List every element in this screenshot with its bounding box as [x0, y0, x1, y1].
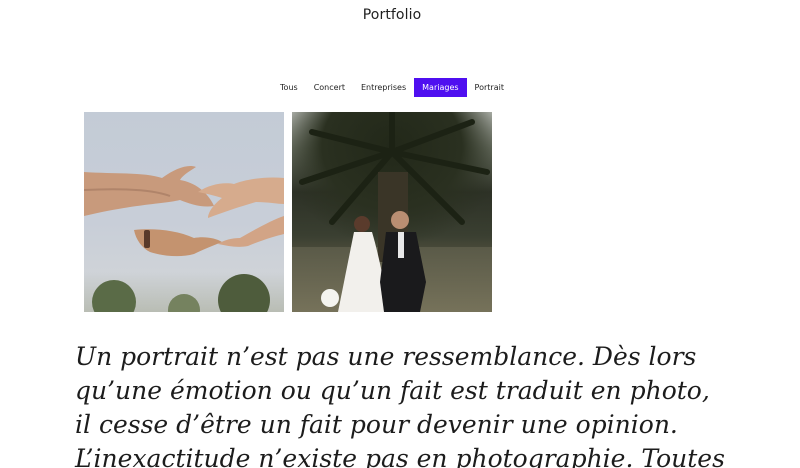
category-filter-bar: Tous Concert Entreprises Mariages Portra…: [0, 78, 784, 97]
gallery-photo-couple[interactable]: [292, 112, 492, 312]
filter-portrait[interactable]: Portrait: [467, 78, 512, 97]
couple-photo-illustration: [299, 112, 490, 312]
filter-entreprises[interactable]: Entreprises: [353, 78, 414, 97]
page-title: Portfolio: [362, 7, 422, 23]
filter-concert[interactable]: Concert: [306, 78, 353, 97]
photo-gallery: [84, 112, 492, 312]
filter-mariages[interactable]: Mariages: [414, 78, 467, 97]
filter-tous[interactable]: Tous: [272, 78, 306, 97]
gallery-photo-hands[interactable]: [84, 112, 284, 312]
portrait-quote: Un portrait n’est pas une ressemblance. …: [75, 342, 725, 468]
hands-photo-illustration: [84, 166, 284, 312]
